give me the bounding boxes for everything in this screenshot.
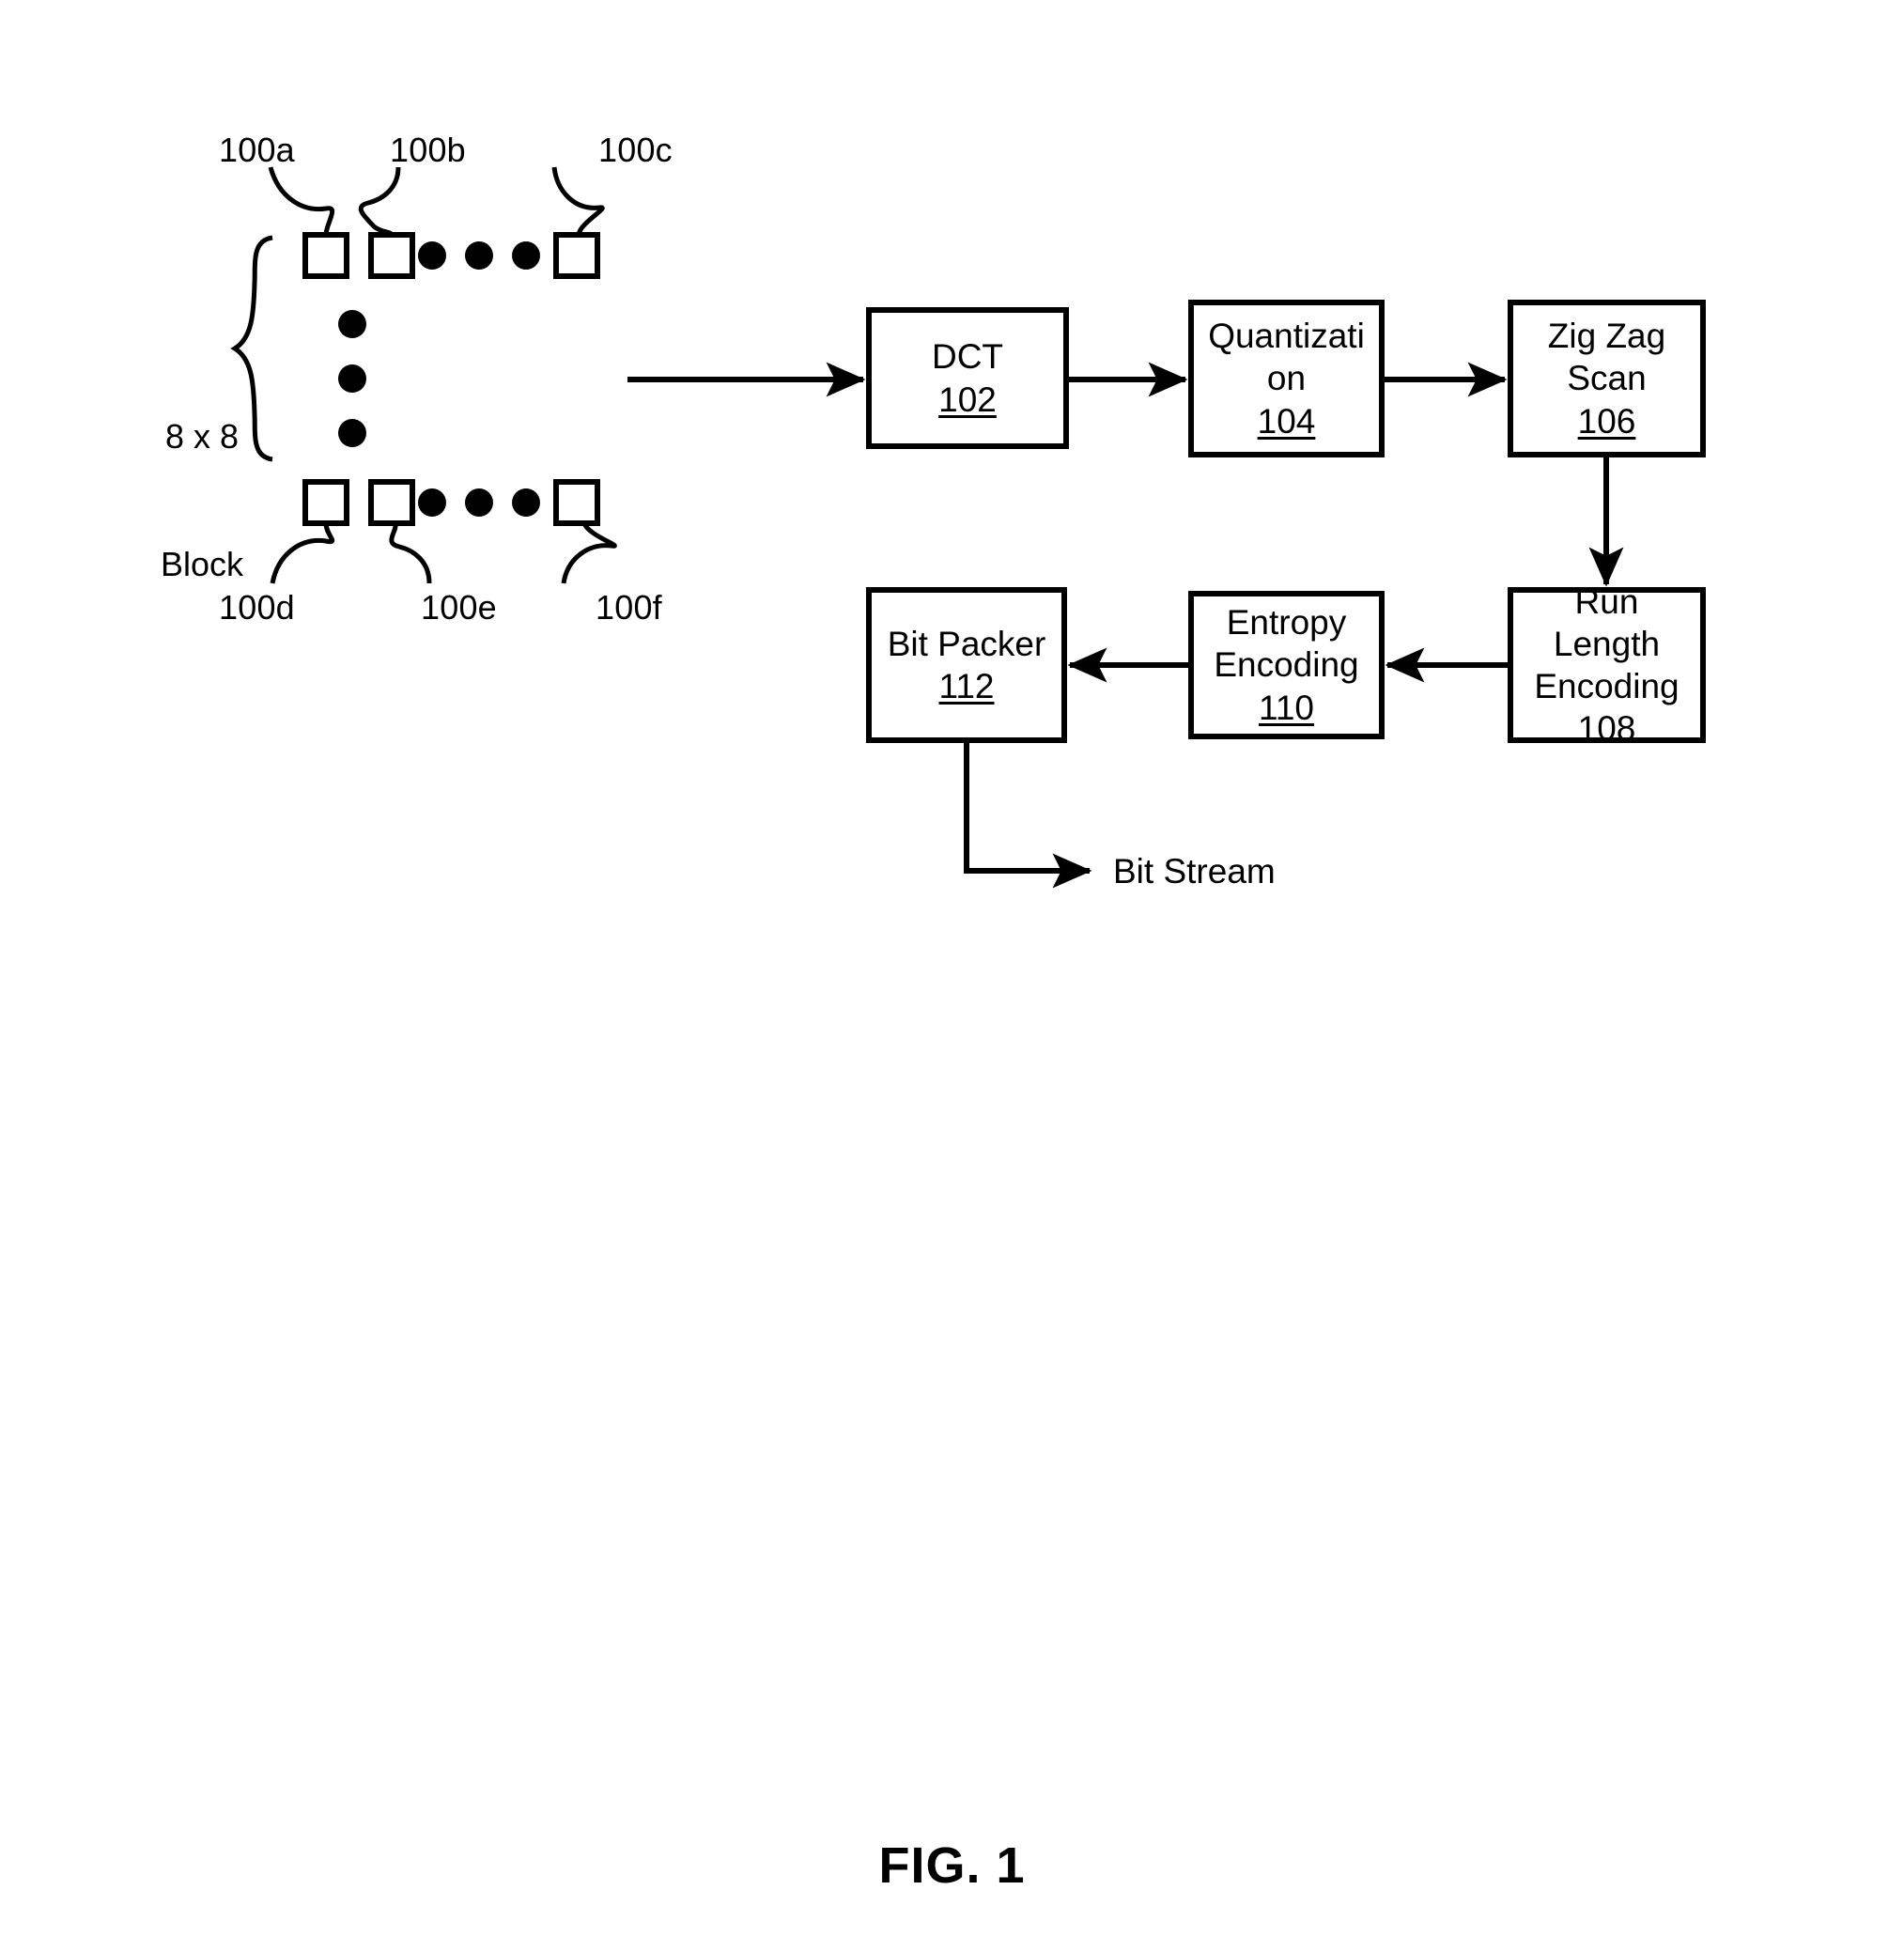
ref-label-100b: 100b (390, 131, 466, 169)
block-cell-100c (553, 232, 600, 279)
leader-100e (389, 522, 432, 584)
ellipsis-dots-top-row (418, 241, 540, 270)
ref-label-100f: 100f (596, 588, 662, 627)
ellipsis-dots-bottom-row (418, 488, 540, 517)
box-bitpack (866, 587, 1067, 743)
leader-100b (358, 166, 401, 237)
block-cell-100e (368, 479, 415, 526)
box-dct (866, 307, 1069, 449)
ref-label-100a: 100a (219, 131, 295, 169)
block-cell-100a (302, 232, 349, 279)
bit-stream-label: Bit Stream (1113, 852, 1276, 891)
leader-100d (270, 522, 335, 584)
box-quant (1188, 300, 1385, 457)
box-zigzag (1508, 300, 1706, 457)
figure-root: 100a 100b 100c 100d 100e 100f 8 x 8 Bloc… (0, 0, 1904, 1952)
block-cell-100d (302, 479, 349, 526)
leader-100a (268, 166, 335, 236)
block-cell-100f (553, 479, 600, 526)
leader-100f (561, 521, 617, 584)
figure-line-art (230, 166, 1706, 889)
block-brace-caption: 8 x 8 Block (146, 330, 258, 671)
block-brace-caption-line2: Block (160, 544, 244, 583)
figure-caption: FIG. 1 (878, 1837, 1026, 1894)
ref-label-100c: 100c (598, 131, 673, 169)
block-brace-caption-line1: 8 x 8 (164, 416, 240, 456)
box-rle (1508, 587, 1706, 743)
block-cell-100b (368, 232, 415, 279)
arrow-bitpack-to-bitstream (964, 740, 1092, 889)
box-entropy (1188, 591, 1385, 739)
leader-100c (551, 166, 605, 236)
ellipsis-dots-vertical (338, 310, 366, 447)
ref-label-100e: 100e (421, 588, 497, 627)
